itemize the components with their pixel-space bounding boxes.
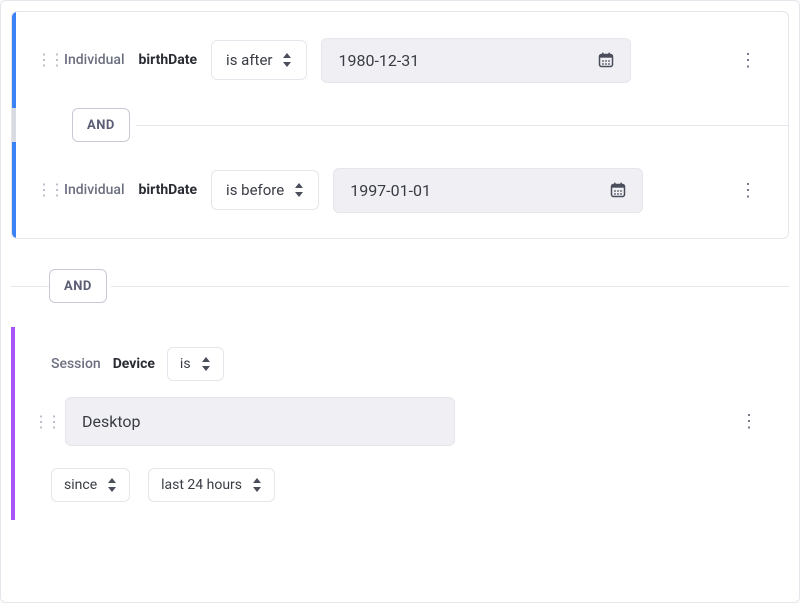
sort-icon bbox=[282, 53, 292, 67]
calendar-icon bbox=[598, 52, 614, 68]
operator-select[interactable]: is before bbox=[211, 170, 319, 210]
drag-handle-icon[interactable] bbox=[33, 414, 47, 430]
timeframe-mode-label: since bbox=[64, 477, 97, 493]
scope-label: Individual bbox=[64, 182, 125, 198]
timeframe-range-select[interactable]: last 24 hours bbox=[148, 468, 275, 502]
operator-select[interactable]: is bbox=[167, 347, 224, 381]
divider-line bbox=[136, 125, 788, 126]
divider-line bbox=[111, 286, 789, 287]
field-label: birthDate bbox=[139, 52, 198, 68]
and-connector-outer: AND bbox=[11, 263, 789, 309]
drag-handle-icon[interactable] bbox=[36, 182, 50, 198]
and-chip-label: AND bbox=[64, 279, 92, 294]
scope-label: Session bbox=[51, 356, 101, 372]
condition-group-1: Individual birthDate is after 1980-12-31 bbox=[11, 11, 789, 239]
timeframe-mode-select[interactable]: since bbox=[51, 468, 130, 502]
device-value: Desktop bbox=[82, 412, 141, 431]
and-chip[interactable]: AND bbox=[49, 269, 107, 303]
date-value: 1997-01-01 bbox=[350, 181, 431, 200]
condition-group-2: Session Device is Desktop since last 24 … bbox=[11, 327, 789, 520]
operator-label: is before bbox=[226, 181, 284, 199]
divider-line bbox=[11, 286, 49, 287]
group-accent-gap bbox=[12, 108, 16, 142]
sort-icon bbox=[294, 183, 304, 197]
condition-row-1: Individual birthDate is after 1980-12-31 bbox=[12, 12, 788, 108]
and-chip[interactable]: AND bbox=[72, 108, 130, 142]
field-label: Device bbox=[113, 356, 155, 372]
field-label: birthDate bbox=[139, 182, 198, 198]
drag-handle-icon[interactable] bbox=[36, 52, 50, 68]
row-menu-button[interactable] bbox=[736, 50, 760, 71]
sort-icon bbox=[201, 357, 211, 371]
session-value-row: Desktop bbox=[15, 391, 789, 452]
date-value: 1980-12-31 bbox=[338, 51, 419, 70]
condition-row-2: Individual birthDate is before 1997-01-0… bbox=[12, 142, 788, 238]
operator-select[interactable]: is after bbox=[211, 40, 307, 80]
row-menu-button[interactable] bbox=[737, 411, 761, 432]
date-input[interactable]: 1980-12-31 bbox=[321, 38, 631, 83]
filter-builder: Individual birthDate is after 1980-12-31 bbox=[0, 0, 800, 603]
device-value-input[interactable]: Desktop bbox=[65, 397, 455, 446]
session-header: Session Device is bbox=[15, 333, 789, 391]
timeframe-range-label: last 24 hours bbox=[161, 477, 242, 493]
and-connector-inner: AND bbox=[12, 108, 788, 142]
session-timeframe-row: since last 24 hours bbox=[15, 452, 789, 502]
operator-label: is after bbox=[226, 51, 272, 69]
sort-icon bbox=[252, 478, 262, 492]
row-menu-button[interactable] bbox=[736, 180, 760, 201]
date-input[interactable]: 1997-01-01 bbox=[333, 168, 643, 213]
scope-label: Individual bbox=[64, 52, 125, 68]
sort-icon bbox=[107, 478, 117, 492]
operator-label: is bbox=[180, 356, 191, 372]
calendar-icon bbox=[610, 182, 626, 198]
and-chip-label: AND bbox=[87, 118, 115, 133]
